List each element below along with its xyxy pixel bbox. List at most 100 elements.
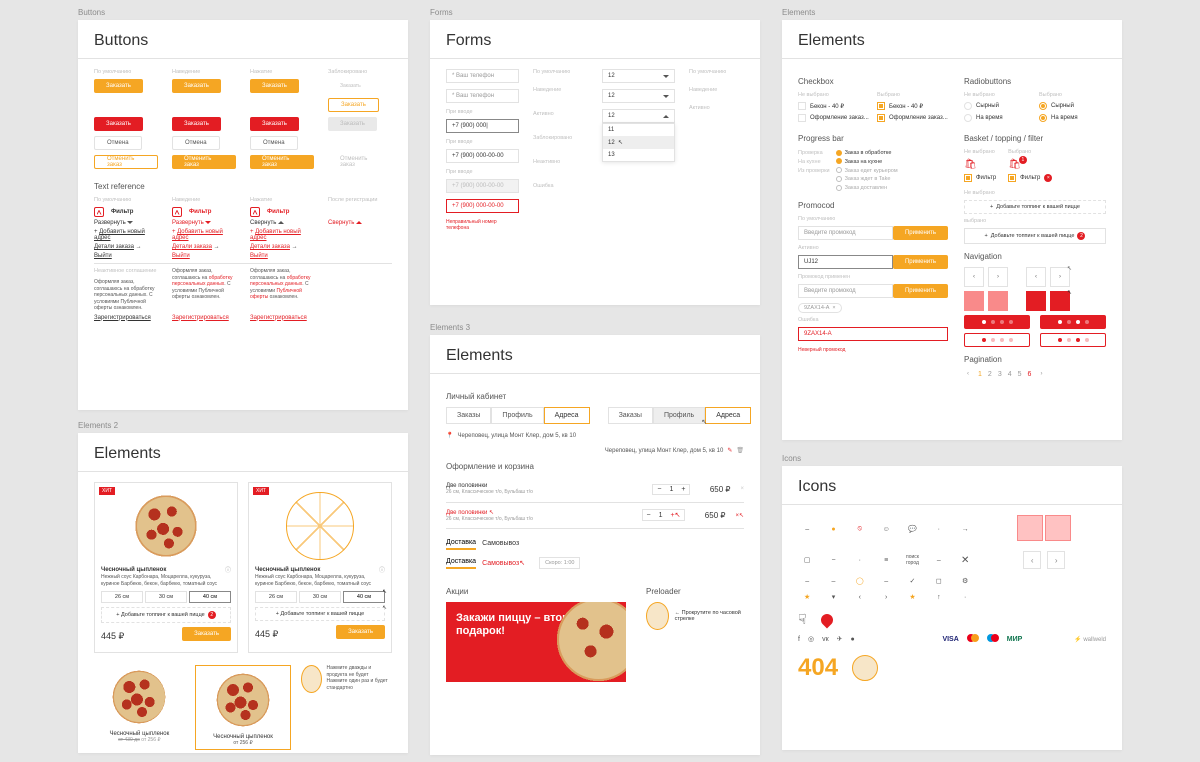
info-icon2[interactable]: ⓘ [379,565,385,574]
filter-link-active[interactable]: Фильтр [267,209,289,215]
qty-stepper2[interactable]: −1+↖ [642,509,686,521]
order-button-active[interactable]: Заказать [250,79,299,93]
tab-addresses[interactable]: Адреса [544,407,590,424]
size-40[interactable]: 40 см [189,591,231,603]
dots-nav[interactable] [964,315,1030,329]
order-details-a[interactable]: Детали заказа [250,244,290,250]
add-topping-btn[interactable]: + Добавьте топпинг к вашей пицце [964,200,1106,214]
promo-chip[interactable]: 9ZAX14-A× [798,303,842,313]
add-address-link[interactable]: Добавить новый адрес [94,229,145,241]
register-a[interactable]: Зарегистрироваться [250,315,307,321]
info-icon[interactable]: ⓘ [225,565,231,574]
add-address-a[interactable]: Добавить новый адрес [250,229,301,241]
dots-nav-outline[interactable] [964,333,1030,347]
radio-on[interactable]: Сырный [1039,102,1106,110]
nav-thumb-on[interactable] [1026,291,1046,311]
phone-input-default[interactable]: * Ваш телефон [446,69,519,83]
radio-on2[interactable]: На время [1039,114,1106,122]
checkbox-off2[interactable]: Оформление заказ... [798,114,869,122]
tab-profile[interactable]: Профиль [491,407,543,424]
remove-row-icon-h[interactable]: ×↖ [735,512,744,519]
select-open[interactable]: 12 [602,109,675,123]
delivery-tab[interactable]: Доставка [446,537,476,550]
radio-off2[interactable]: На время [964,114,1031,122]
pickup-tab[interactable]: Самовывоз [482,538,519,549]
logout-link[interactable]: Выйти [94,253,112,259]
vk-icon[interactable]: vк [822,636,829,643]
checkbox-on2[interactable]: Оформление заказ... [877,114,948,122]
nav-arrow-right-icon[interactable]: › [1047,551,1065,569]
order-red-button-hover[interactable]: Заказать [172,117,221,131]
pickup-hover[interactable]: Самовывоз↖ [482,557,525,569]
collapse-link[interactable]: Свернуть [250,220,276,226]
edit-icon[interactable]: ✎ [727,447,732,454]
promo-input-applied[interactable]: Введите промокод [798,284,893,298]
page-next-icon[interactable]: › [1037,370,1045,378]
register-link[interactable]: Зарегистрироваться [94,315,151,321]
dots-nav-outline-h[interactable] [1040,333,1106,347]
add-topping-card-h[interactable]: + Добавьте топпинг к вашей пицце↖ [255,607,385,621]
nav-thumb-on-hover[interactable]: ↖ [1050,291,1070,311]
collapse-link-h[interactable]: Свернуть [328,220,354,226]
phone-input-active[interactable]: +7 (900) 000| [446,119,519,133]
nav-thumb2[interactable] [988,291,1008,311]
cancel-button-active[interactable]: Отмена [250,136,298,150]
nav-next[interactable]: › [988,267,1008,287]
select-option-hover[interactable]: 12 ↖ [603,136,674,149]
ok-icon[interactable]: ● [851,636,855,643]
promo-input-err[interactable]: 9ZAX14-A [798,327,948,341]
expand-link[interactable]: Развернуть [94,220,126,226]
cancel-order-button-active[interactable]: Отменить заказ [250,155,314,169]
size-26[interactable]: 26 см [101,591,143,603]
order-card-button[interactable]: Заказать [182,627,231,641]
phone-input-error[interactable]: +7 (900) 000-00-00 [446,199,519,213]
promo-apply2[interactable]: Применить [893,255,948,269]
size-30[interactable]: 30 см [145,591,187,603]
nav-prev2[interactable]: ‹ [1026,267,1046,287]
promo-input[interactable]: Введите промокод [798,226,893,240]
remove-row-icon[interactable]: × [740,486,744,492]
nav-thumb[interactable] [964,291,984,311]
register-h[interactable]: Зарегистрироваться [172,315,229,321]
add-topping-card[interactable]: + Добавьте топпинг к вашей пицце 2 [101,607,231,623]
tab-orders[interactable]: Заказы [446,407,491,424]
promo-banner[interactable]: Закажи пиццу – вторая в подарок! [446,602,626,682]
add-topping-selected[interactable]: + Добавьте топпинг к вашей пицце 2 [964,228,1106,244]
mini-card[interactable]: Чесночный цыпленок от 430 до от 256 ₽ [94,665,185,750]
phone-input-hover[interactable]: * Ваш телефон [446,89,519,103]
pagination[interactable]: ‹ 1 2 3 4 5 6 › [964,370,1106,378]
promo-input-filled[interactable]: UJ12 [798,255,893,269]
select-option2[interactable]: 13 [603,149,674,161]
facebook-icon[interactable]: f [798,636,800,643]
filter-link[interactable]: Фильтр [111,209,133,215]
time-chip[interactable]: Скоро: 1:00 [539,557,580,569]
select-hover[interactable]: 12 [602,89,675,103]
mini-card-hover[interactable]: Чесночный цыпленок от 256 ₽ [195,665,292,750]
telegram-icon[interactable]: ✈ [837,635,843,643]
select-default[interactable]: 12 [602,69,675,83]
dots-nav-hover[interactable] [1040,315,1106,329]
order-details-h[interactable]: Детали заказа [172,244,212,250]
page-prev-icon[interactable]: ‹ [964,370,972,378]
filter-link-hover[interactable]: Фильтр [189,209,211,215]
checkbox-off[interactable]: Бекон - 40 ₽ [798,102,869,110]
order-button[interactable]: Заказать [94,79,143,93]
order-button-hover[interactable]: Заказать [172,79,221,93]
order-card-button2[interactable]: Заказать [336,625,385,639]
nav-prev[interactable]: ‹ [964,267,984,287]
delete-icon[interactable]: 🗑 [736,447,744,454]
cancel-order-button[interactable]: Отменить заказ [94,155,158,169]
qty-minus[interactable]: − [653,485,665,494]
promo-apply[interactable]: Применить [893,226,948,240]
order-details-link[interactable]: Детали заказа [94,244,134,250]
add-address-h[interactable]: Добавить новый адрес [172,229,223,241]
select-option[interactable]: 11 [603,124,674,136]
qty-plus[interactable]: + [677,485,689,494]
tab-profile-hover[interactable]: Профиль↖ [653,407,705,424]
order-red-button[interactable]: Заказать [94,117,143,131]
cancel-button[interactable]: Отмена [94,136,142,150]
logout-a[interactable]: Выйти [250,253,268,259]
close-icon[interactable]: × [832,305,835,311]
promo-apply3[interactable]: Применить [893,284,948,298]
filter-chip2[interactable]: Фильтр [1020,175,1040,181]
